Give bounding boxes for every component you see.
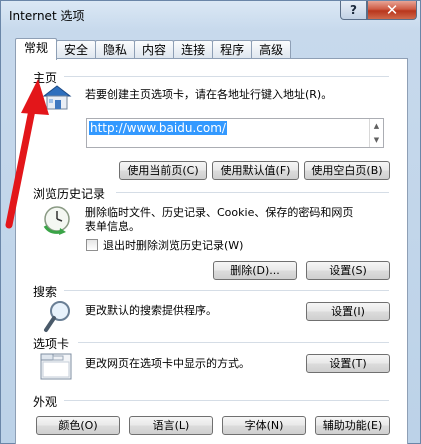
- appearance-section-label: 外观: [33, 395, 58, 409]
- use-blank-button[interactable]: 使用空白页(B): [304, 161, 390, 180]
- tab-connections[interactable]: 连接: [173, 40, 214, 59]
- tab-content[interactable]: 内容: [134, 40, 175, 59]
- window-title: Internet 选项: [9, 9, 85, 23]
- help-button[interactable]: ?: [340, 1, 367, 20]
- close-icon: ✕: [385, 1, 399, 19]
- history-description-line2: 表单信息。: [85, 220, 140, 233]
- history-settings-button[interactable]: 设置(S): [306, 261, 390, 280]
- scroll-down-icon[interactable]: ▼: [369, 133, 383, 147]
- close-button[interactable]: ✕: [367, 1, 417, 20]
- colors-button[interactable]: 颜色(O): [36, 416, 120, 435]
- home-description: 若要创建主页选项卡，请在各地址行键入地址(R)。: [85, 88, 333, 101]
- home-url-field[interactable]: http://www.baidu.com/ ▲ ▼: [86, 118, 384, 148]
- tab-programs[interactable]: 程序: [212, 40, 253, 59]
- use-default-button[interactable]: 使用默认值(F): [212, 161, 299, 180]
- tab-advanced[interactable]: 高级: [251, 40, 292, 59]
- delete-on-exit-label[interactable]: 退出时删除浏览历史记录(W): [103, 238, 243, 253]
- search-magnifier-icon: [44, 301, 70, 332]
- title-bar: Internet 选项 ? ✕: [1, 1, 420, 31]
- use-current-button[interactable]: 使用当前页(C): [119, 161, 207, 180]
- search-settings-button[interactable]: 设置(I): [306, 302, 390, 321]
- delete-on-exit-checkbox[interactable]: [86, 239, 98, 251]
- tabs-separator: [78, 342, 389, 343]
- tabs-section-label: 选项卡: [33, 337, 70, 351]
- home-separator: [64, 76, 389, 77]
- search-section-label: 搜索: [33, 285, 58, 299]
- appearance-separator: [64, 400, 389, 401]
- fonts-button[interactable]: 字体(N): [222, 416, 306, 435]
- red-arrow-annotation: [5, 79, 49, 229]
- home-url-value[interactable]: http://www.baidu.com/: [89, 121, 227, 135]
- languages-button[interactable]: 语言(L): [129, 416, 213, 435]
- help-icon: ?: [350, 3, 357, 17]
- scroll-up-icon[interactable]: ▲: [369, 119, 383, 133]
- search-separator: [64, 290, 389, 291]
- tab-general[interactable]: 常规: [15, 38, 58, 60]
- tabs-window-icon: [40, 353, 72, 380]
- accessibility-button[interactable]: 辅助功能(E): [315, 416, 390, 435]
- tab-security[interactable]: 安全: [56, 40, 97, 59]
- history-description-line1: 删除临时文件、历史记录、Cookie、保存的密码和网页: [85, 206, 354, 219]
- tabs-description: 更改网页在选项卡中显示的方式。: [85, 357, 250, 370]
- history-separator: [116, 192, 389, 193]
- tab-privacy[interactable]: 隐私: [95, 40, 136, 59]
- tab-strip: 常规 安全 隐私 内容 连接 程序 高级: [15, 38, 292, 60]
- general-tab-panel: 主页 若要创建主页选项卡，请在各地址行键入地址(R)。 http://www.b…: [15, 58, 408, 444]
- internet-options-window: Internet 选项 ? ✕ 常规 安全 隐私 内容 连接 程序 高级 主页 …: [0, 0, 421, 444]
- delete-history-button[interactable]: 删除(D)...: [213, 261, 297, 280]
- tabs-settings-button[interactable]: 设置(T): [306, 354, 390, 373]
- search-description: 更改默认的搜索提供程序。: [85, 304, 217, 317]
